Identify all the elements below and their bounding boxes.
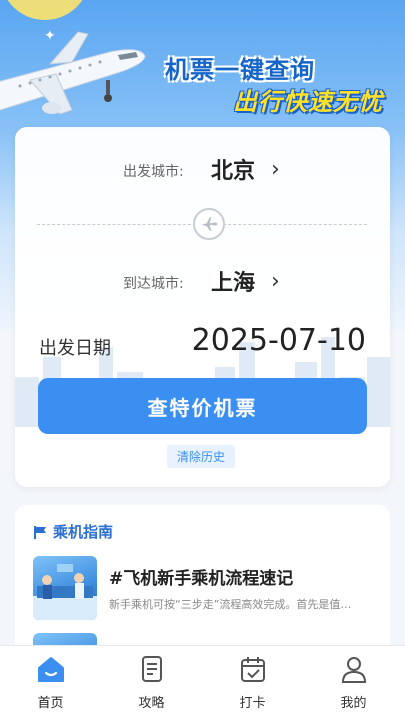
article-description: 新手乘机可按“三步走”流程高效完成。首先是值…: [109, 598, 352, 611]
tab-profile[interactable]: 我的: [303, 654, 404, 711]
airplane-swap-icon[interactable]: [193, 208, 225, 240]
guide-section-title: 乘机指南: [53, 523, 114, 541]
tab-checkin[interactable]: 打卡: [202, 654, 303, 711]
arrival-city-label: 到达城市:: [123, 276, 184, 292]
tab-guide-label: 攻略: [138, 696, 165, 711]
bottom-tab-bar: 首页 攻略 打卡 我的: [0, 645, 405, 721]
departure-city-row[interactable]: 出发城市: 北京 ›: [15, 149, 390, 189]
tab-guide[interactable]: 攻略: [101, 654, 202, 711]
departure-date-label: 出发日期: [39, 338, 111, 359]
departure-city-label: 出发城市:: [123, 164, 184, 180]
chevron-right-icon[interactable]: ›: [271, 157, 280, 182]
tab-home-label: 首页: [37, 696, 64, 711]
profile-icon: [341, 657, 366, 683]
airplane-illustration: [0, 31, 146, 115]
article-thumbnail: [33, 556, 97, 620]
calendar-check-icon: [240, 657, 265, 682]
guide-article-item[interactable]: #飞机新手乘机流程速记 新手乘机可按“三步走”流程高效完成。首先是值…: [33, 556, 373, 622]
search-cheap-flights-button[interactable]: 查特价机票: [38, 378, 367, 434]
arrival-city-row[interactable]: 到达城市: 上海 ›: [15, 261, 390, 301]
guide-section-header: 乘机指南: [33, 521, 113, 542]
boarding-guide-section: 乘机指南 #飞机新手乘机流程速记 新手乘机可按“三步走”流程高效完成。首先是值…: [15, 505, 390, 697]
clear-history-button[interactable]: 清除历史: [167, 445, 236, 468]
home-icon: [37, 657, 64, 682]
tab-profile-label: 我的: [340, 696, 367, 711]
hero-headline-secondary: 出行快速无忧: [233, 88, 383, 116]
guide-flag-icon: [34, 525, 46, 539]
arrival-city-value[interactable]: 上海: [211, 265, 255, 297]
article-title: #飞机新手乘机流程速记: [109, 569, 294, 589]
sun-decoration: [0, 0, 90, 20]
departure-date-value[interactable]: 2025-07-10: [192, 323, 366, 358]
hero-headline-primary: 机票一键查询: [165, 56, 315, 84]
guide-doc-icon: [141, 656, 162, 682]
tab-checkin-label: 打卡: [239, 696, 266, 711]
departure-city-value[interactable]: 北京: [211, 153, 255, 185]
flight-search-card: 出发城市: 北京 › 到达城市: 上海 › 出发日期 2025-07-10 查特…: [15, 127, 390, 487]
chevron-right-icon[interactable]: ›: [271, 269, 280, 294]
tab-home[interactable]: 首页: [0, 654, 101, 711]
